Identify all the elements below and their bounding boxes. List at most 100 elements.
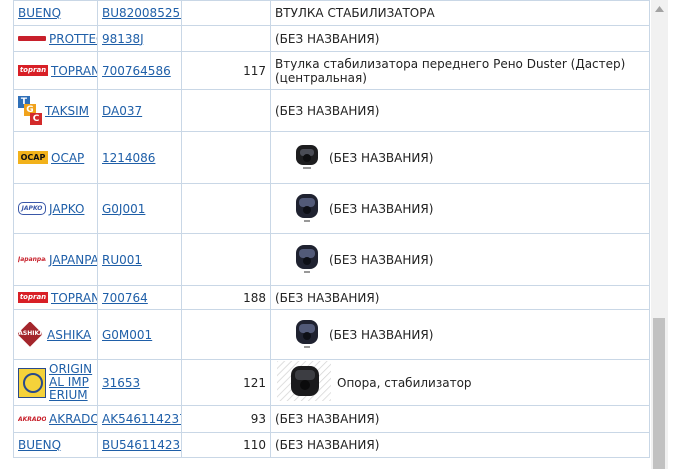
bushing-thumbnail[interactable] (291, 240, 323, 279)
scrollbar-thumb[interactable] (653, 318, 665, 469)
brand-link[interactable]: ASHIKA (47, 328, 91, 342)
part-code-link[interactable]: BU8200852556 (102, 6, 181, 20)
topran-logo: topran (18, 65, 48, 76)
qty-cell: 121 (181, 359, 271, 406)
parts-table: BUENQ BU8200852556 ВТУЛКА СТАБИЛИЗАТОРА … (13, 0, 650, 458)
part-code-link[interactable]: 98138J (102, 32, 144, 46)
name-cell: (БЕЗ НАЗВАНИЯ) (270, 89, 650, 132)
tgc-logo: T G C (18, 96, 42, 125)
prottec-logo (18, 36, 46, 41)
table-row: OCAP OCAP 1214086 (БЕЗ НАЗВАНИЯ) (13, 131, 650, 184)
ashika-logo-text: ASHIKA (18, 329, 44, 337)
brand-link[interactable]: TOPRAN (51, 64, 97, 78)
brand-link[interactable]: TAKSIM (45, 104, 89, 118)
code-cell: G0M001 (97, 309, 182, 360)
topran-logo: topran (18, 292, 48, 303)
code-cell: 700764 (97, 285, 182, 310)
part-name: (БЕЗ НАЗВАНИЯ) (329, 201, 434, 216)
brand-cell: ORIGINAL IMPERIUM (13, 359, 98, 406)
part-code-link[interactable]: BU5461142378 (102, 438, 181, 452)
part-name: Опора, стабилизатор (337, 375, 472, 390)
code-cell: 31653 (97, 359, 182, 406)
bushing-thumbnail[interactable] (291, 315, 323, 354)
brand-link[interactable]: OCAP (51, 151, 84, 165)
part-name: (БЕЗ НАЗВАНИЯ) (329, 252, 434, 267)
part-code-link[interactable]: G0M001 (102, 328, 152, 342)
code-cell: DA037 (97, 89, 182, 132)
brand-cell: JAPKO JAPKO (13, 183, 98, 234)
name-cell: (БЕЗ НАЗВАНИЯ) (270, 233, 650, 286)
tgc-logo-c: C (30, 113, 42, 125)
bushing-thumbnail[interactable] (291, 189, 323, 228)
qty-cell (181, 25, 271, 52)
brand-link[interactable]: JAPKO (49, 202, 84, 216)
brand-link[interactable]: ORIGINAL IMPERIUM (49, 363, 95, 402)
code-cell: 98138J (97, 25, 182, 52)
japanparts-logo: Japanparts (18, 256, 46, 263)
japko-logo: JAPKO (18, 202, 46, 215)
code-cell: G0J001 (97, 183, 182, 234)
brand-cell: BUENQ (13, 432, 98, 458)
ocap-logo: OCAP (18, 151, 48, 164)
qty-cell: 188 (181, 285, 271, 310)
bushing-thumbnail[interactable] (277, 361, 331, 404)
brand-cell: T G C TAKSIM (13, 89, 98, 132)
name-cell: (БЕЗ НАЗВАНИЯ) (270, 309, 650, 360)
part-code-link[interactable]: 1214086 (102, 151, 155, 165)
code-cell: AK5461142378 (97, 405, 182, 433)
table-row: Japanparts JAPANPARTS RU001 (БЕЗ НАЗВАНИ… (13, 233, 650, 286)
akrado-logo: AKRADO (18, 415, 46, 423)
part-name: (БЕЗ НАЗВАНИЯ) (329, 327, 434, 342)
table-row: T G C TAKSIM DA037 (БЕЗ НАЗВАНИЯ) (13, 89, 650, 132)
original-imperium-logo (18, 367, 46, 398)
part-code-link[interactable]: 700764586 (102, 64, 171, 78)
brand-link[interactable]: BUENQ (18, 438, 61, 452)
qty-cell: 93 (181, 405, 271, 433)
vertical-scrollbar[interactable] (651, 0, 668, 469)
brand-link[interactable]: JAPANPARTS (49, 253, 97, 267)
name-cell: ВТУЛКА СТАБИЛИЗАТОРА (270, 0, 650, 26)
table-row: AKRADO AKRADO AK5461142378 93 (БЕЗ НАЗВА… (13, 405, 650, 433)
scroll-up-arrow-icon[interactable] (651, 0, 668, 17)
part-code-link[interactable]: G0J001 (102, 202, 145, 216)
qty-cell (181, 89, 271, 132)
qty-cell: 117 (181, 51, 271, 90)
part-name: (БЕЗ НАЗВАНИЯ) (329, 150, 434, 165)
bushing-thumbnail[interactable] (291, 141, 323, 174)
table-row: ORIGINAL IMPERIUM 31653 121 Опора, стаби… (13, 359, 650, 406)
brand-cell: AKRADO AKRADO (13, 405, 98, 433)
brand-link[interactable]: AKRADO (49, 412, 97, 426)
table-row: BUENQ BU5461142378 110 (БЕЗ НАЗВАНИЯ) (13, 432, 650, 458)
brand-cell: Japanparts JAPANPARTS (13, 233, 98, 286)
code-cell: BU5461142378 (97, 432, 182, 458)
parts-table-container: BUENQ BU8200852556 ВТУЛКА СТАБИЛИЗАТОРА … (13, 0, 650, 469)
table-row: topran TOPRAN 700764 188 (БЕЗ НАЗВАНИЯ) (13, 285, 650, 310)
brand-cell: BUENQ (13, 0, 98, 26)
qty-cell (181, 309, 271, 360)
brand-link[interactable]: BUENQ (18, 6, 61, 20)
table-row: JAPKO JAPKO G0J001 (БЕЗ НАЗВАНИЯ) (13, 183, 650, 234)
table-row: topran TOPRAN 700764586 117 Втулка стаби… (13, 51, 650, 90)
code-cell: RU001 (97, 233, 182, 286)
brand-cell: PROTTEC (13, 25, 98, 52)
brand-link[interactable]: PROTTEC (49, 32, 97, 46)
code-cell: BU8200852556 (97, 0, 182, 26)
part-code-link[interactable]: AK5461142378 (102, 412, 181, 426)
ashika-logo: ASHIKA (18, 321, 44, 348)
brand-cell: topran TOPRAN (13, 285, 98, 310)
brand-link[interactable]: TOPRAN (51, 291, 97, 305)
code-cell: 700764586 (97, 51, 182, 90)
brand-cell: ASHIKA ASHIKA (13, 309, 98, 360)
name-cell: (БЕЗ НАЗВАНИЯ) (270, 432, 650, 458)
name-cell: (БЕЗ НАЗВАНИЯ) (270, 183, 650, 234)
code-cell: 1214086 (97, 131, 182, 184)
part-code-link[interactable]: DA037 (102, 104, 142, 118)
name-cell: (БЕЗ НАЗВАНИЯ) (270, 25, 650, 52)
part-code-link[interactable]: RU001 (102, 253, 142, 267)
brand-cell: OCAP OCAP (13, 131, 98, 184)
name-cell: (БЕЗ НАЗВАНИЯ) (270, 285, 650, 310)
part-code-link[interactable]: 700764 (102, 291, 148, 305)
part-code-link[interactable]: 31653 (102, 376, 140, 390)
table-row: PROTTEC 98138J (БЕЗ НАЗВАНИЯ) (13, 25, 650, 52)
table-row: BUENQ BU8200852556 ВТУЛКА СТАБИЛИЗАТОРА (13, 0, 650, 26)
